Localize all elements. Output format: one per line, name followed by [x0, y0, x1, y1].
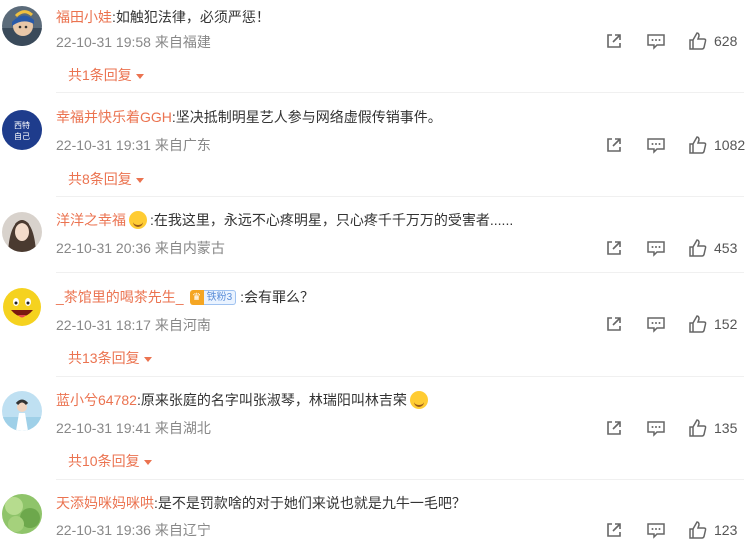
- comment-icon[interactable]: [646, 418, 666, 438]
- comment-meta: 22-10-31 19:41 来自湖北: [56, 419, 211, 437]
- view-replies-button[interactable]: 共8条回复: [68, 170, 144, 188]
- like-count: 1082: [714, 137, 746, 153]
- comment-text: 是不是罚款啥的对于她们来说也就是九牛一毛吧？: [157, 495, 466, 511]
- share-icon[interactable]: [604, 418, 624, 438]
- divider: [56, 376, 744, 377]
- caret-down-icon: [135, 177, 144, 183]
- username[interactable]: 洋洋之幸福: [56, 211, 126, 229]
- divider: [56, 196, 744, 197]
- view-replies-button[interactable]: 共1条回复: [68, 66, 144, 84]
- comment-line: _茶馆里的喝茶先生_ ♛ 铁粉3 : 会有罪么？: [56, 288, 315, 306]
- comment-icon[interactable]: [646, 238, 666, 258]
- comment-meta: 22-10-31 19:58 来自福建: [56, 33, 211, 51]
- comment-icon[interactable]: [646, 31, 666, 51]
- comment-meta: 22-10-31 19:31 来自广东: [56, 136, 211, 154]
- timestamp: 22-10-31 19:41: [56, 420, 151, 436]
- share-icon[interactable]: [604, 520, 624, 540]
- comment-icon[interactable]: [646, 520, 666, 540]
- comment-text: 在我这里，永远不心疼明星，只心疼千千万万的受害者......: [153, 212, 514, 228]
- crown-icon: ♛: [189, 289, 204, 305]
- comment-line: 天添妈咪妈咪哄: 是不是罚款啥的对于她们来说也就是九牛一毛吧？: [56, 494, 466, 512]
- caret-down-icon: [143, 356, 152, 362]
- timestamp: 22-10-31 19:36: [56, 522, 151, 538]
- like-count: 453: [714, 240, 738, 256]
- timestamp: 22-10-31 19:31: [56, 137, 151, 153]
- avatar[interactable]: 西特 自己: [2, 110, 42, 150]
- avatar[interactable]: [2, 494, 42, 534]
- divider: [56, 92, 744, 93]
- location: 来自湖北: [154, 420, 211, 436]
- like-count: 628: [714, 33, 738, 49]
- laugh-emoji-icon: [409, 391, 428, 409]
- view-replies-button[interactable]: 共13条回复: [68, 349, 152, 367]
- share-icon[interactable]: [604, 31, 624, 51]
- avatar[interactable]: [2, 391, 42, 431]
- view-replies-button[interactable]: 共10条回复: [68, 452, 152, 470]
- like-count: 123: [714, 522, 738, 538]
- divider: [56, 479, 744, 480]
- share-icon[interactable]: [604, 314, 624, 334]
- comment-text: 如触犯法律，必须严惩！: [115, 9, 270, 25]
- comment-line: 幸福并快乐着GGH: 坚决抵制明星艺人参与网络虚假传销事件。: [56, 108, 442, 126]
- comment-line: 蓝小兮64782: 原来张庭的名字叫张淑琴，林瑞阳叫林吉荣: [56, 391, 431, 409]
- username[interactable]: 幸福并快乐着GGH: [56, 108, 172, 126]
- comment-line: 洋洋之幸福: 在我这里，永远不心疼明星，只心疼千千万万的受害者......: [56, 211, 514, 229]
- like-icon[interactable]: [688, 238, 708, 258]
- comment-icon[interactable]: [646, 314, 666, 334]
- username[interactable]: 蓝小兮64782: [56, 391, 137, 409]
- comment-meta: 22-10-31 20:36 来自内蒙古: [56, 239, 225, 257]
- svg-text:自己: 自己: [14, 131, 30, 141]
- location: 来自内蒙古: [154, 240, 225, 256]
- comment-text: 会有罪么？: [244, 289, 315, 305]
- location: 来自福建: [154, 34, 211, 50]
- like-icon[interactable]: [688, 418, 708, 438]
- location: 来自广东: [154, 137, 211, 153]
- avatar[interactable]: [2, 287, 42, 327]
- like-count: 135: [714, 420, 738, 436]
- username[interactable]: _茶馆里的喝茶先生_: [56, 288, 184, 306]
- caret-down-icon: [135, 73, 144, 79]
- location: 来自辽宁: [154, 522, 211, 538]
- avatar[interactable]: [2, 6, 42, 46]
- like-icon[interactable]: [688, 314, 708, 334]
- like-icon[interactable]: [688, 31, 708, 51]
- timestamp: 22-10-31 18:17: [56, 317, 151, 333]
- comment-icon[interactable]: [646, 135, 666, 155]
- comment-text: 坚决抵制明星艺人参与网络虚假传销事件。: [175, 109, 442, 125]
- share-icon[interactable]: [604, 238, 624, 258]
- avatar[interactable]: [2, 212, 42, 252]
- timestamp: 22-10-31 20:36: [56, 240, 151, 256]
- share-icon[interactable]: [604, 135, 624, 155]
- comment-line: 福田小娃: 如触犯法律，必须严惩！: [56, 8, 270, 26]
- like-icon[interactable]: [688, 135, 708, 155]
- comment-meta: 22-10-31 19:36 来自辽宁: [56, 521, 211, 539]
- timestamp: 22-10-31 19:58: [56, 34, 151, 50]
- comment-text: 原来张庭的名字叫张淑琴，林瑞阳叫林吉荣: [140, 392, 407, 408]
- emoji-icon: [129, 211, 147, 229]
- caret-down-icon: [143, 459, 152, 465]
- like-icon[interactable]: [688, 520, 708, 540]
- like-count: 152: [714, 316, 738, 332]
- username[interactable]: 天添妈咪妈咪哄: [56, 494, 154, 512]
- divider: [56, 272, 744, 273]
- comment-meta: 22-10-31 18:17 来自河南: [56, 316, 211, 334]
- svg-text:西特: 西特: [14, 120, 30, 130]
- location: 来自河南: [154, 317, 211, 333]
- fan-badge[interactable]: ♛ 铁粉3: [189, 289, 237, 305]
- username[interactable]: 福田小娃: [56, 8, 112, 26]
